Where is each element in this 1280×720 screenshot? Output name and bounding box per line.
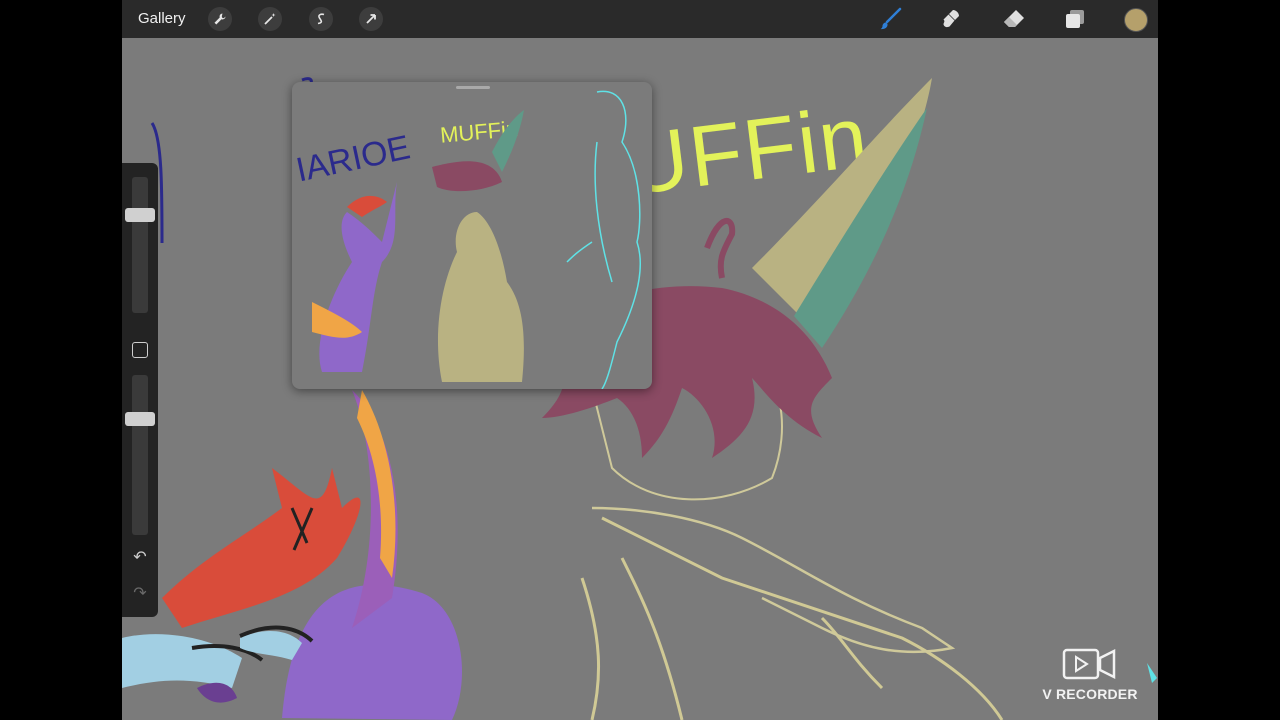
left-sidebar: ↶ ↷ [122,163,158,617]
eraser-icon [1004,10,1024,27]
opacity-thumb[interactable] [125,412,155,426]
transform-arrow-icon [366,14,376,24]
wrench-icon [214,13,226,25]
selection-icon [317,13,325,25]
adjustments-button[interactable] [258,7,282,31]
opacity-slider[interactable] [125,375,155,535]
transform-button[interactable] [359,7,383,31]
modify-button[interactable] [132,342,148,358]
top-toolbar: Gallery [122,0,1158,38]
brush-size-slider[interactable] [125,177,155,313]
eraser-button[interactable] [1001,6,1027,32]
reference-window[interactable]: IARIOE MUFFin [292,82,652,389]
layers-icon [1066,10,1084,28]
recorder-watermark: V RECORDER [1040,646,1140,706]
watermark-text: V RECORDER [1042,686,1138,702]
redo-icon[interactable]: ↷ [131,585,149,603]
smudge-button[interactable] [939,6,965,32]
reference-drag-handle[interactable] [456,86,490,89]
brush-size-thumb[interactable] [125,208,155,222]
smudge-icon [943,10,959,28]
procreate-app: Gallery MUFFin IARIOE MUFFin V RECORDER [122,0,1158,720]
brush-button[interactable] [878,6,904,32]
selection-button[interactable] [309,7,333,31]
cyan-stroke-mark [1147,663,1157,683]
brush-icon [880,7,902,30]
color-swatch-button[interactable] [1124,8,1148,32]
undo-icon[interactable]: ↶ [131,549,149,567]
gallery-button[interactable]: Gallery [138,10,186,27]
video-camera-icon [1062,648,1116,680]
layers-button[interactable] [1062,6,1088,32]
reference-image: IARIOE MUFFin [293,90,641,389]
reference-left-label: IARIOE [293,128,414,189]
magic-wand-icon [264,13,276,25]
actions-button[interactable] [208,7,232,31]
